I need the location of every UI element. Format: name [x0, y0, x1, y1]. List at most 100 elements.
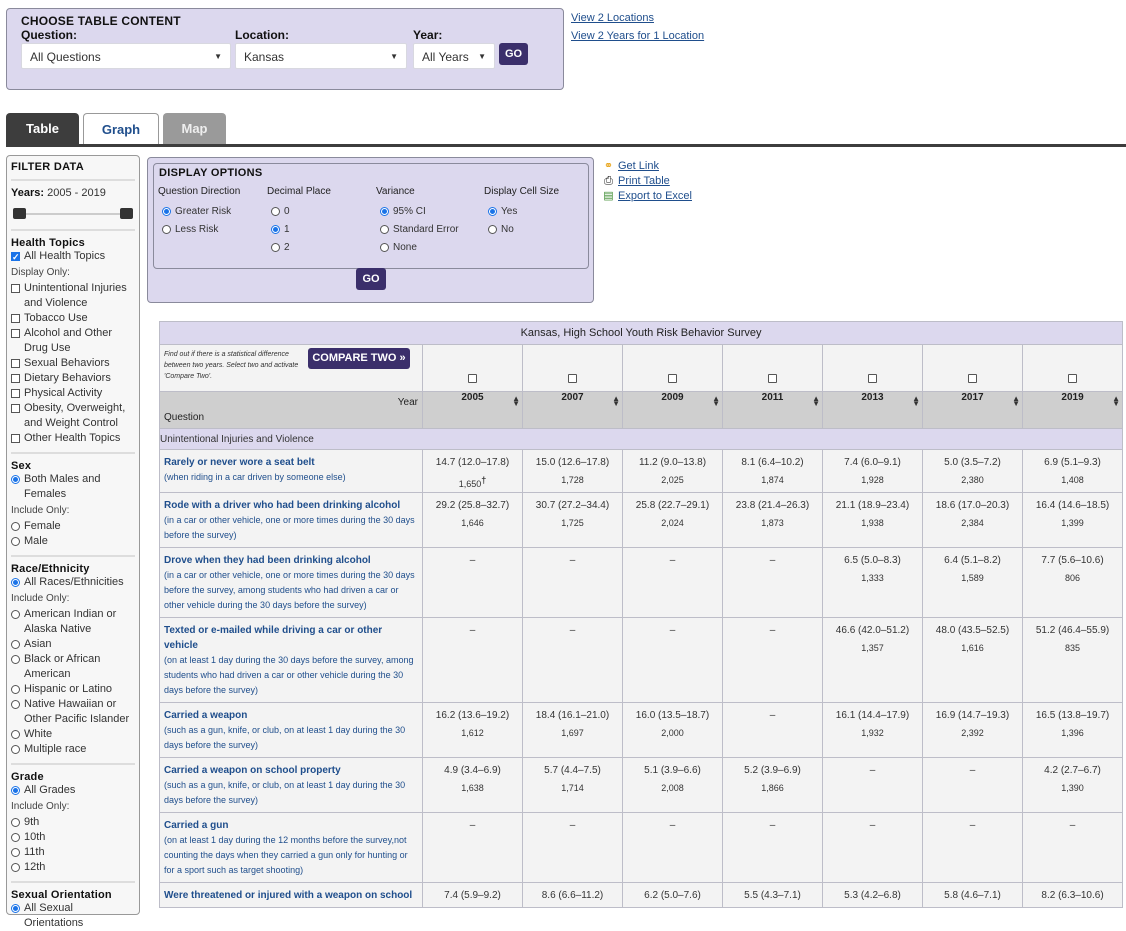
year-header-2011[interactable]: 2011 ▲ ▼ [722, 391, 823, 429]
question-title-link[interactable]: Carried a weapon on school property [164, 763, 418, 778]
years-range-slider[interactable] [13, 205, 133, 223]
sort-icon[interactable]: ▲ ▼ [612, 395, 620, 408]
value-block: 11.2 (9.0–13.8) 2,025 [623, 450, 722, 488]
checkbox-other-health-topics[interactable]: Other Health Topics [11, 431, 135, 446]
radio-direction-less-risk[interactable]: Less Risk [162, 221, 240, 239]
sort-icon[interactable]: ▲ ▼ [912, 395, 920, 408]
checkbox-all-health-topics[interactable]: All Health Topics [11, 249, 135, 265]
checkbox-obesity-overweight-and-weight-control[interactable]: Obesity, Overweight, and Weight Control [11, 401, 135, 431]
compare-year-checkbox[interactable] [768, 374, 777, 383]
tab-map[interactable]: Map [163, 113, 226, 144]
question-title-link[interactable]: Drove when they had been drinking alcoho… [164, 553, 418, 568]
checkbox-physical-activity[interactable]: Physical Activity [11, 386, 135, 401]
question-title-link[interactable]: Were threatened or injured with a weapon… [164, 888, 418, 903]
year-header-2017[interactable]: 2017 ▲ ▼ [922, 391, 1023, 429]
radio-variance-95-ci[interactable]: 95% CI [380, 203, 459, 221]
get-link[interactable]: Get Link [618, 159, 659, 174]
sample-size: 1,646 [423, 516, 522, 531]
radio-11th[interactable]: 11th [11, 845, 135, 860]
radio-hispanic-or-latino[interactable]: Hispanic or Latino [11, 682, 135, 697]
radio-native-hawaiian-or-other-pacific-islander[interactable]: Native Hawaiian or Other Pacific Islande… [11, 697, 135, 727]
radio-american-indian-or-alaska-native[interactable]: American Indian or Alaska Native [11, 607, 135, 637]
compare-year-checkbox[interactable] [968, 374, 977, 383]
year-header-2013[interactable]: 2013 ▲ ▼ [822, 391, 923, 429]
grade-title: Grade [11, 771, 44, 783]
radio-selected-icon [162, 207, 171, 216]
view-2-years-link[interactable]: View 2 Years for 1 Location [571, 27, 704, 45]
view-2-locations-link[interactable]: View 2 Locations [571, 9, 704, 27]
location-select[interactable]: Kansas ▼ [235, 43, 407, 69]
radio-10th[interactable]: 10th [11, 830, 135, 845]
question-title-link[interactable]: Rarely or never wore a seat belt [164, 455, 418, 470]
tab-table[interactable]: Table [6, 113, 79, 144]
value-cell: 7.4 (5.9–9.2) [422, 882, 523, 908]
sort-icon[interactable]: ▲ ▼ [1012, 395, 1020, 408]
compare-year-checkbox[interactable] [468, 374, 477, 383]
radio-decimal-2[interactable]: 2 [271, 239, 331, 257]
compare-year-checkbox[interactable] [1068, 374, 1078, 383]
radio-variance-none[interactable]: None [380, 239, 459, 257]
radio-decimal-1[interactable]: 1 [271, 221, 331, 239]
checkbox-dietary-behaviors[interactable]: Dietary Behaviors [11, 371, 135, 386]
year-header-2005[interactable]: 2005 ▲ ▼ [422, 391, 523, 429]
radio-black-or-african-american[interactable]: Black or African American [11, 652, 135, 682]
radio-decimal-0[interactable]: 0 [271, 203, 331, 221]
radio-all-races[interactable]: All Races/Ethnicities [11, 575, 135, 590]
radio-selected-icon [11, 786, 20, 795]
sort-icon[interactable]: ▲ ▼ [1112, 395, 1120, 408]
choose-go-button[interactable]: GO [499, 43, 528, 65]
question-title-link[interactable]: Carried a weapon [164, 708, 418, 723]
option-label: Dietary Behaviors [24, 372, 111, 384]
slider-handle-max[interactable] [120, 208, 133, 219]
radio-female[interactable]: Female [11, 519, 135, 534]
radio-cellsize-yes[interactable]: Yes [488, 203, 559, 221]
radio-male[interactable]: Male [11, 534, 135, 549]
radio-cellsize-no[interactable]: No [488, 221, 559, 239]
compare-year-checkbox[interactable] [668, 374, 677, 383]
compare-checkbox-cell [822, 344, 923, 392]
compare-year-checkbox[interactable] [868, 374, 877, 383]
estimate-value: 6.4 (5.1–8.2) [944, 555, 1001, 566]
compare-checkbox-cell [1021, 344, 1124, 392]
radio-9th[interactable]: 9th [11, 815, 135, 830]
compare-two-button[interactable]: COMPARE TWO » [308, 348, 410, 369]
estimate-value: 30.7 (27.2–34.4) [535, 500, 610, 511]
sort-icon[interactable]: ▲ ▼ [812, 395, 820, 408]
checkbox-tobacco-use[interactable]: Tobacco Use [11, 311, 135, 326]
question-title-link[interactable]: Rode with a driver who had been drinking… [164, 498, 418, 513]
display-go-button[interactable]: GO [356, 268, 386, 290]
print-table-link[interactable]: Print Table [618, 174, 670, 189]
sample-size-value: 1,728 [561, 475, 584, 485]
radio-all-orientations[interactable]: All Sexual Orientations [11, 901, 135, 931]
radio-asian[interactable]: Asian [11, 637, 135, 652]
question-title-link[interactable]: Carried a gun [164, 818, 418, 833]
sort-icon[interactable]: ▲ ▼ [712, 395, 720, 408]
radio-variance-standard-error[interactable]: Standard Error [380, 221, 459, 239]
radio-multiple-race[interactable]: Multiple race [11, 742, 135, 757]
year-select[interactable]: All Years ▼ [413, 43, 495, 69]
year-header-2007[interactable]: 2007 ▲ ▼ [522, 391, 623, 429]
radio-12th[interactable]: 12th [11, 860, 135, 875]
radio-direction-greater-risk[interactable]: Greater Risk [162, 203, 240, 221]
question-title-link[interactable]: Texted or e-mailed while driving a car o… [164, 623, 418, 653]
export-excel-link[interactable]: Export to Excel [618, 189, 692, 204]
checkbox-unintentional-injuries-and-violence[interactable]: Unintentional Injuries and Violence [11, 281, 135, 311]
checkbox-sexual-behaviors[interactable]: Sexual Behaviors [11, 356, 135, 371]
sample-size: 1,399 [1023, 516, 1122, 531]
option-label: Female [24, 520, 61, 532]
year-header-2019[interactable]: 2019 ▲ ▼ [1021, 391, 1124, 429]
sort-icon[interactable]: ▲ ▼ [512, 395, 520, 408]
compare-year-checkbox[interactable] [568, 374, 577, 383]
radio-all-grades[interactable]: All Grades [11, 783, 135, 798]
estimate-value: 14.7 (12.0–17.8) [435, 457, 510, 468]
tab-graph[interactable]: Graph [83, 113, 159, 145]
year-header-2009[interactable]: 2009 ▲ ▼ [622, 391, 723, 429]
radio-both-sexes[interactable]: Both Males and Females [11, 472, 135, 502]
sexual-orientation-title: Sexual Orientation [11, 889, 112, 901]
question-select[interactable]: All Questions ▼ [21, 43, 231, 69]
radio-white[interactable]: White [11, 727, 135, 742]
checkbox-alcohol-and-other-drug-use[interactable]: Alcohol and Other Drug Use [11, 326, 135, 356]
value-block: – [523, 813, 622, 833]
slider-handle-min[interactable] [13, 208, 26, 219]
value-cell: 16.4 (14.6–18.5) 1,399 [1021, 492, 1124, 548]
